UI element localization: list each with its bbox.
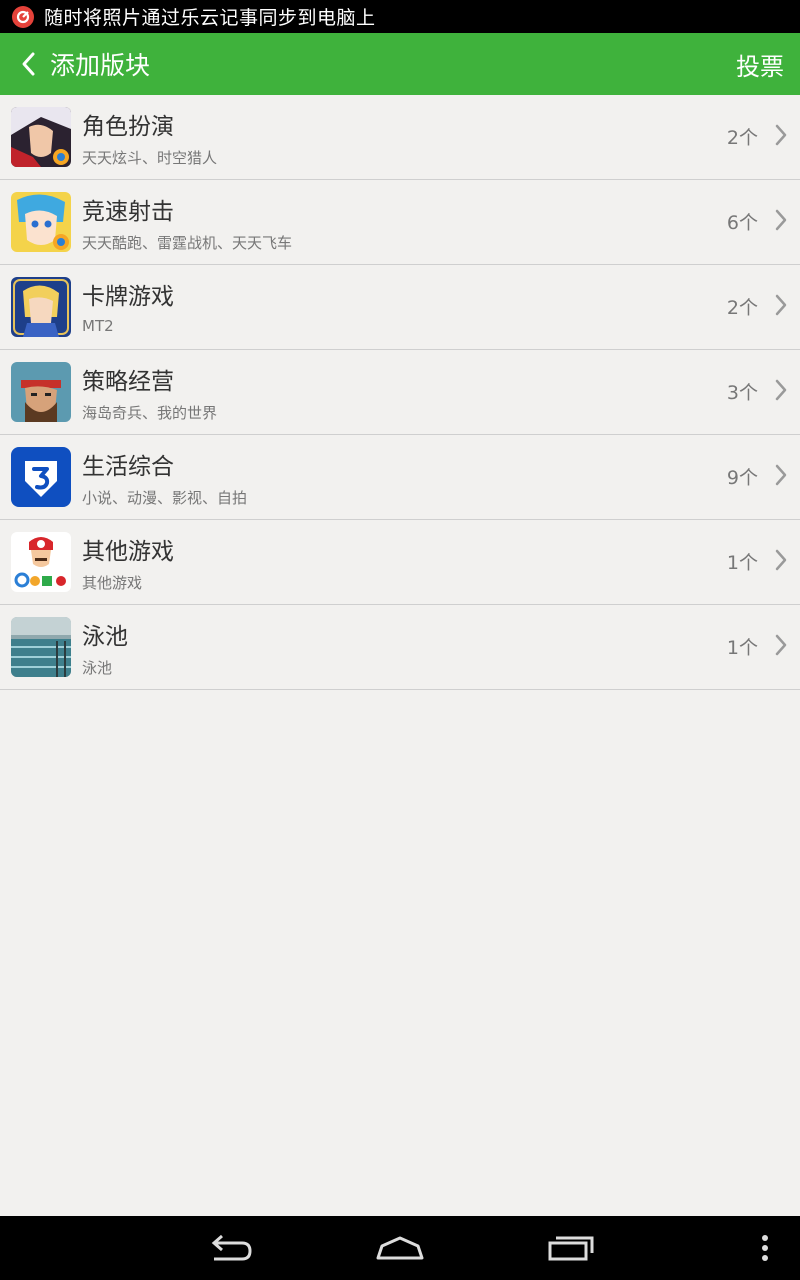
- category-title: 策略经营: [82, 369, 174, 395]
- category-list: 角色扮演 天天炫斗、时空猎人 2个 竞速射击 天天酷跑、雷霆战机、天天飞车 6个: [0, 95, 800, 690]
- chevron-right-icon: [775, 209, 787, 231]
- category-subtitle: MT2: [82, 317, 114, 335]
- chevron-right-icon: [775, 464, 787, 486]
- other-games-icon: [11, 532, 71, 592]
- swimming-pool-icon: [11, 617, 71, 677]
- category-subtitle: 泳池: [82, 659, 113, 677]
- vote-button[interactable]: 投票: [736, 33, 784, 95]
- category-title: 竞速射击: [82, 199, 174, 225]
- list-item[interactable]: 角色扮演 天天炫斗、时空猎人 2个: [0, 95, 800, 180]
- category-title: 生活综合: [82, 454, 174, 480]
- role-play-game-icon: [11, 107, 71, 167]
- notification-text: 随时将照片通过乐云记事同步到电脑上: [44, 7, 376, 29]
- racing-shooting-game-icon: [11, 192, 71, 252]
- category-subtitle: 天天炫斗、时空猎人: [82, 149, 218, 167]
- category-count: 1个: [726, 552, 758, 574]
- category-count: 1个: [726, 637, 758, 659]
- status-bar: 随时将照片通过乐云记事同步到电脑上: [0, 0, 800, 33]
- nav-recent-button[interactable]: [530, 1216, 610, 1280]
- letv-cloud-icon: [12, 5, 34, 28]
- category-title: 泳池: [82, 624, 128, 650]
- navigation-bar: [0, 1216, 800, 1280]
- category-subtitle: 其他游戏: [82, 574, 143, 592]
- list-item[interactable]: 策略经营 海岛奇兵、我的世界 3个: [0, 350, 800, 435]
- page-title: 添加版块: [50, 51, 151, 80]
- overflow-menu-icon: [762, 1235, 768, 1261]
- action-bar: 添加版块 投票: [0, 33, 800, 95]
- category-title: 其他游戏: [82, 539, 174, 565]
- chevron-right-icon: [775, 379, 787, 401]
- chevron-right-icon: [775, 124, 787, 146]
- strategy-game-icon: [11, 362, 71, 422]
- category-count: 3个: [726, 382, 758, 404]
- chevron-right-icon: [775, 549, 787, 571]
- recent-apps-icon: [548, 1236, 594, 1261]
- category-count: 2个: [726, 127, 758, 149]
- nav-home-button[interactable]: [360, 1216, 440, 1280]
- list-item[interactable]: 卡牌游戏 MT2 2个: [0, 265, 800, 350]
- list-item[interactable]: 其他游戏 其他游戏 1个: [0, 520, 800, 605]
- category-subtitle: 天天酷跑、雷霆战机、天天飞车: [82, 234, 293, 252]
- category-subtitle: 海岛奇兵、我的世界: [82, 404, 218, 422]
- chevron-left-icon: [22, 52, 35, 76]
- lifestyle-app-icon: [11, 447, 71, 507]
- nav-menu-button[interactable]: [740, 1216, 790, 1280]
- category-count: 2个: [726, 297, 758, 319]
- home-icon: [376, 1236, 424, 1260]
- category-count: 6个: [726, 212, 758, 234]
- category-count: 9个: [726, 467, 758, 489]
- list-item[interactable]: 泳池 泳池 1个: [0, 605, 800, 690]
- list-item[interactable]: 生活综合 小说、动漫、影视、自拍 9个: [0, 435, 800, 520]
- category-title: 角色扮演: [82, 114, 174, 140]
- category-subtitle: 小说、动漫、影视、自拍: [82, 489, 248, 507]
- back-icon: [211, 1234, 252, 1261]
- back-button[interactable]: 添加版块: [0, 33, 150, 95]
- category-title: 卡牌游戏: [82, 284, 174, 310]
- chevron-right-icon: [775, 294, 787, 316]
- card-game-icon: [11, 277, 71, 337]
- nav-back-button[interactable]: [190, 1216, 270, 1280]
- list-item[interactable]: 竞速射击 天天酷跑、雷霆战机、天天飞车 6个: [0, 180, 800, 265]
- chevron-right-icon: [775, 634, 787, 656]
